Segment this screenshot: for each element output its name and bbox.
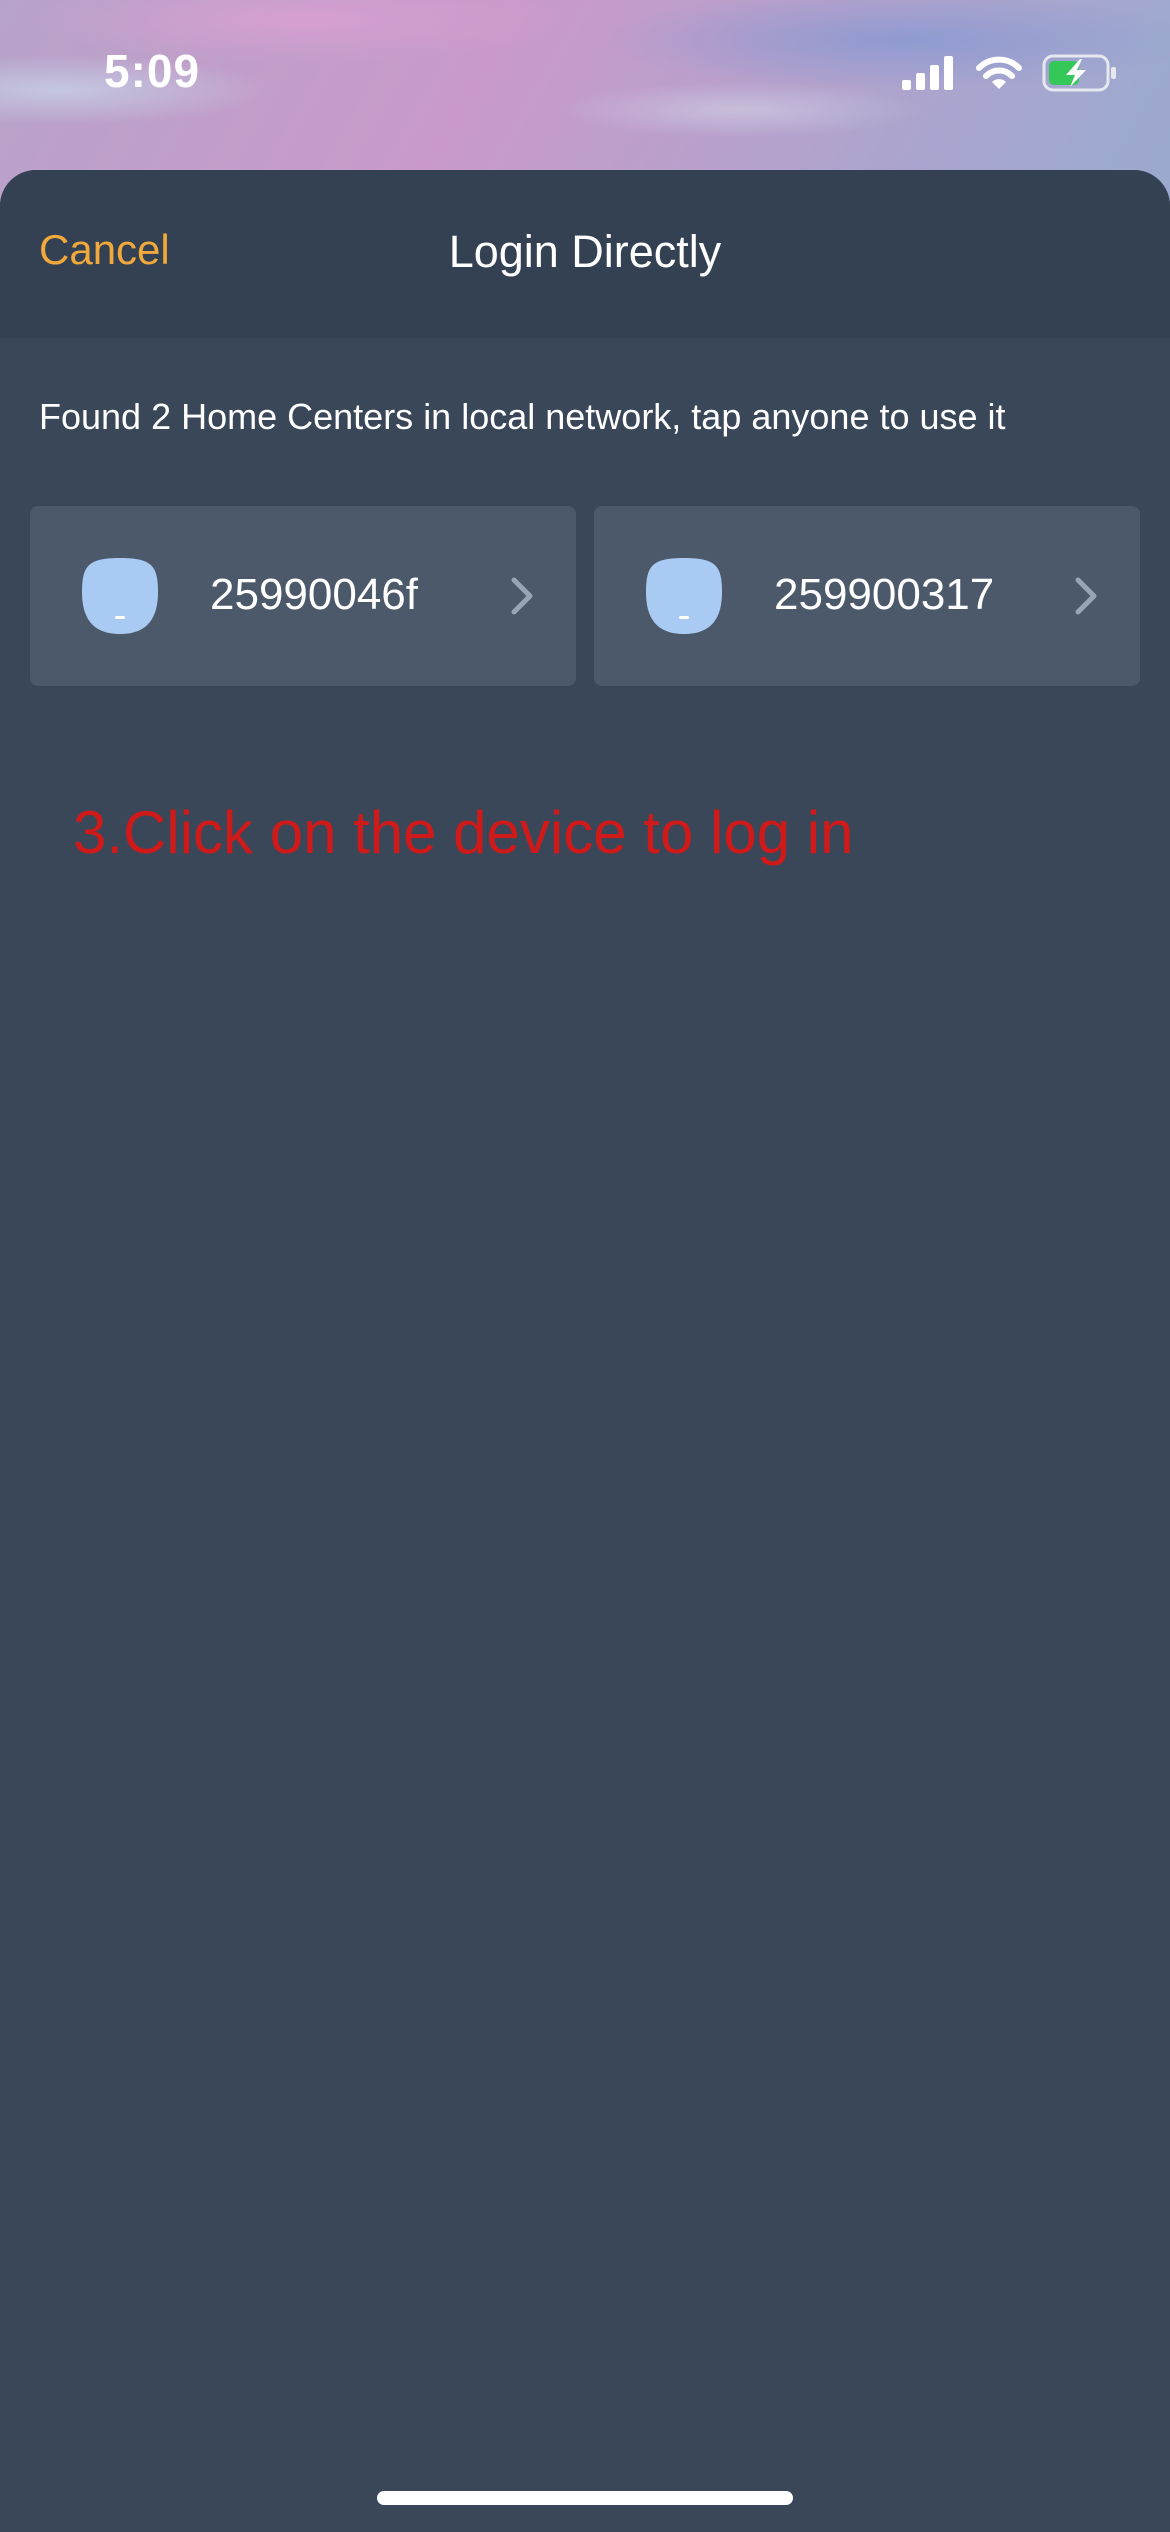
instruction-annotation: 3.Click on the device to log in [73, 799, 854, 866]
home-indicator[interactable] [377, 2491, 793, 2505]
login-sheet: Cancel Login Directly Found 2 Home Cente… [0, 170, 1170, 2532]
device-label: 259900317 [774, 570, 995, 619]
home-center-device-icon [644, 556, 724, 636]
device-card-2[interactable]: 259900317 [594, 506, 1140, 686]
status-icons [902, 54, 1118, 97]
chevron-right-icon [508, 576, 536, 616]
cellular-signal-icon [902, 56, 956, 95]
device-card-1[interactable]: 25990046f [30, 506, 576, 686]
found-devices-message: Found 2 Home Centers in local network, t… [39, 396, 1006, 437]
status-bar: 5:09 [0, 0, 1170, 150]
status-time: 5:09 [104, 45, 201, 97]
wifi-icon [976, 56, 1022, 95]
chevron-right-icon [1072, 576, 1100, 616]
home-center-device-icon [80, 556, 160, 636]
battery-charging-icon [1042, 54, 1118, 97]
device-label: 25990046f [210, 570, 418, 619]
page-title: Login Directly [448, 226, 722, 277]
navigation-bar: Cancel Login Directly [0, 170, 1170, 338]
